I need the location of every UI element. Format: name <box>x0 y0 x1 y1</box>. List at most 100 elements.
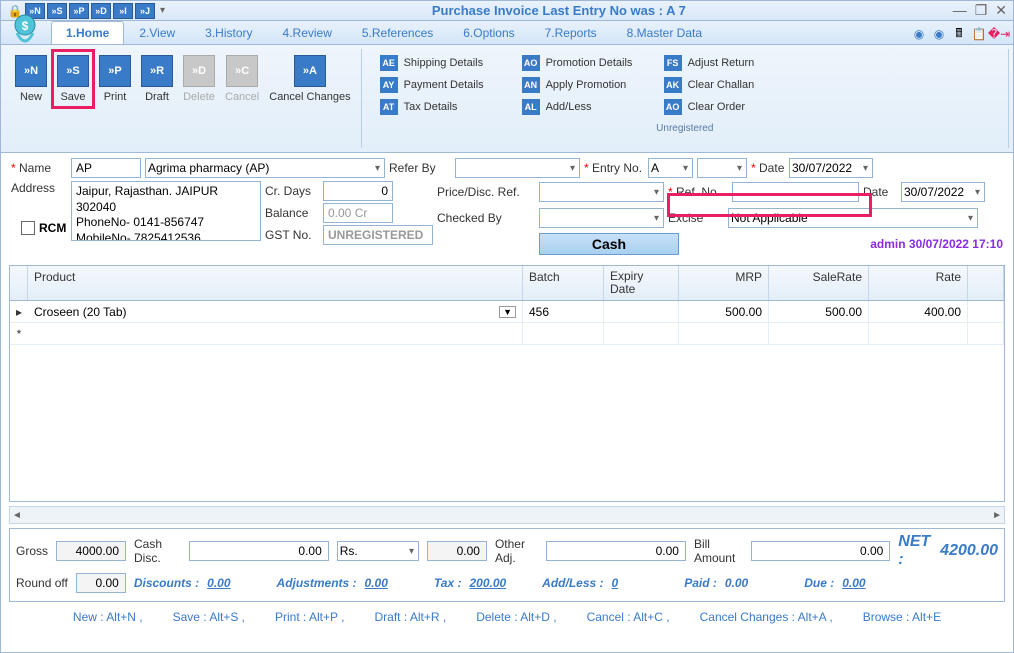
shortcut-cancel[interactable]: Cancel : Alt+C , <box>587 610 670 624</box>
ribbon-group-label: Unregistered <box>370 121 1000 136</box>
shortcut-print[interactable]: Print : Alt+P , <box>275 610 344 624</box>
minimize-button[interactable]: — <box>953 2 967 19</box>
checked-label: Checked By <box>437 211 535 225</box>
tax-link[interactable]: 200.00 <box>469 576 506 590</box>
col-rate[interactable]: Rate <box>869 266 968 300</box>
add-less-link[interactable]: ALAdd/Less <box>522 99 652 115</box>
shortcut-browse[interactable]: Browse : Alt+E <box>863 610 941 624</box>
payment-details-link[interactable]: AYPayment Details <box>380 77 510 93</box>
shortcut-cancel-changes[interactable]: Cancel Changes : Alt+A , <box>700 610 833 624</box>
grid-body[interactable]: ▸ Croseen (20 Tab)▼ 456 500.00 500.00 40… <box>10 301 1004 501</box>
shortcut-new[interactable]: New : Alt+N , <box>73 610 143 624</box>
save-button[interactable]: »SSave <box>55 53 91 105</box>
col-mrp[interactable]: MRP <box>679 266 769 300</box>
crdays-label: Cr. Days <box>265 184 319 198</box>
new-button[interactable]: »NNew <box>13 53 49 105</box>
adjust-return-link[interactable]: FSAdjust Return <box>664 55 794 71</box>
tab-reports[interactable]: 7.Reports <box>530 21 612 44</box>
tax-details-link[interactable]: ATTax Details <box>380 99 510 115</box>
adj-label: Adjustments : <box>277 576 357 590</box>
notes-icon[interactable]: 📋 <box>971 26 987 42</box>
exit-icon[interactable]: �⇥ <box>991 26 1007 42</box>
other-input[interactable] <box>546 541 686 561</box>
grid-new-row[interactable]: * <box>10 323 1004 345</box>
qat-save[interactable]: »S <box>47 3 67 19</box>
tab-view[interactable]: 2.View <box>124 21 190 44</box>
totals-panel: Gross 4000.00 Cash Disc. Rs. 0.00 Other … <box>9 528 1005 602</box>
save-highlight: »SSave <box>51 49 95 109</box>
scroll-left-icon[interactable]: ◄ <box>12 510 22 521</box>
name-select[interactable]: Agrima pharmacy (AP) <box>145 158 385 178</box>
delete-button: »DDelete <box>181 53 217 105</box>
entry-no-select[interactable] <box>697 158 747 178</box>
tab-home[interactable]: 1.Home <box>51 21 124 44</box>
apply-promotion-link[interactable]: ANApply Promotion <box>522 77 652 93</box>
qat-draft[interactable]: »D <box>91 3 111 19</box>
cash-button[interactable]: Cash <box>539 233 679 255</box>
price-select[interactable] <box>539 182 664 202</box>
name-label: Name <box>11 161 67 175</box>
name-code-input[interactable] <box>71 158 141 178</box>
promotion-details-link[interactable]: AOPromotion Details <box>522 55 652 71</box>
grid-header: Product Batch Expiry Date MRP SaleRate R… <box>10 266 1004 301</box>
bill-label: Bill Amount <box>694 537 743 565</box>
disc-link[interactable]: 0.00 <box>207 576 230 590</box>
address-text[interactable]: Jaipur, Rajasthan. JAIPUR 302040 PhoneNo… <box>71 181 261 241</box>
product-dropdown-icon[interactable]: ▼ <box>499 306 516 318</box>
qat-next[interactable]: »J <box>135 3 155 19</box>
balance-label: Balance <box>265 206 319 220</box>
balance-input <box>323 203 393 223</box>
tab-review[interactable]: 4.Review <box>268 21 347 44</box>
due-link[interactable]: 0.00 <box>842 576 865 590</box>
grid-row[interactable]: ▸ Croseen (20 Tab)▼ 456 500.00 500.00 40… <box>10 301 1004 323</box>
shortcuts-bar: New : Alt+N , Save : Alt+S , Print : Alt… <box>1 606 1013 628</box>
shortcut-delete[interactable]: Delete : Alt+D , <box>476 610 556 624</box>
close-button[interactable]: ✕ <box>995 2 1007 19</box>
svg-text:$: $ <box>22 19 29 33</box>
shipping-details-link[interactable]: AEShipping Details <box>380 55 510 71</box>
shortcut-save[interactable]: Save : Alt+S , <box>173 610 245 624</box>
col-expiry[interactable]: Expiry Date <box>604 266 679 300</box>
addless-link[interactable]: 0 <box>612 576 619 590</box>
print-button[interactable]: »PPrint <box>97 53 133 105</box>
cashdisc-type-select[interactable]: Rs. <box>337 541 419 561</box>
new-row-icon: * <box>10 327 28 341</box>
other-label: Other Adj. <box>495 537 538 565</box>
scroll-right-icon[interactable]: ► <box>992 510 1002 521</box>
tab-master-data[interactable]: 8.Master Data <box>612 21 717 44</box>
refer-select[interactable] <box>455 158 580 178</box>
window-controls: — ❐ ✕ <box>953 2 1007 19</box>
maximize-button[interactable]: ❐ <box>975 2 988 19</box>
items-grid: Product Batch Expiry Date MRP SaleRate R… <box>9 265 1005 502</box>
tab-references[interactable]: 5.References <box>347 21 448 44</box>
qat-prev[interactable]: »I <box>113 3 133 19</box>
entry-series-select[interactable]: A <box>648 158 693 178</box>
tax-label: Tax : <box>434 576 462 590</box>
checked-select[interactable] <box>539 208 664 228</box>
bill-input[interactable] <box>751 541 891 561</box>
date1-input[interactable]: 30/07/2022 <box>789 158 873 178</box>
adj-link[interactable]: 0.00 <box>365 576 388 590</box>
draft-button[interactable]: »RDraft <box>139 53 175 105</box>
crdays-input[interactable] <box>323 181 393 201</box>
net-label: NET : <box>898 533 932 569</box>
tab-options[interactable]: 6.Options <box>448 21 529 44</box>
horizontal-scrollbar[interactable]: ◄► <box>9 506 1005 524</box>
col-salerate[interactable]: SaleRate <box>769 266 869 300</box>
clear-challan-link[interactable]: AKClear Challan <box>664 77 794 93</box>
shortcut-draft[interactable]: Draft : Alt+R , <box>374 610 446 624</box>
tab-history[interactable]: 3.History <box>190 21 267 44</box>
qat-print[interactable]: »P <box>69 3 89 19</box>
col-product[interactable]: Product <box>28 266 523 300</box>
info-icon[interactable]: ◉ <box>931 26 947 42</box>
date2-input[interactable]: 30/07/2022 <box>901 182 985 202</box>
cancel-button: »CCancel <box>223 53 261 105</box>
help-icon[interactable]: ◉ <box>911 26 927 42</box>
cashdisc-input[interactable] <box>189 541 329 561</box>
rcm-checkbox[interactable] <box>21 221 35 235</box>
calc-icon[interactable]: 🖩 <box>951 26 967 42</box>
col-batch[interactable]: Batch <box>523 266 604 300</box>
cancel-changes-button[interactable]: »ACancel Changes <box>267 53 352 105</box>
ref-highlight <box>667 193 872 217</box>
clear-order-link[interactable]: AOClear Order <box>664 99 794 115</box>
